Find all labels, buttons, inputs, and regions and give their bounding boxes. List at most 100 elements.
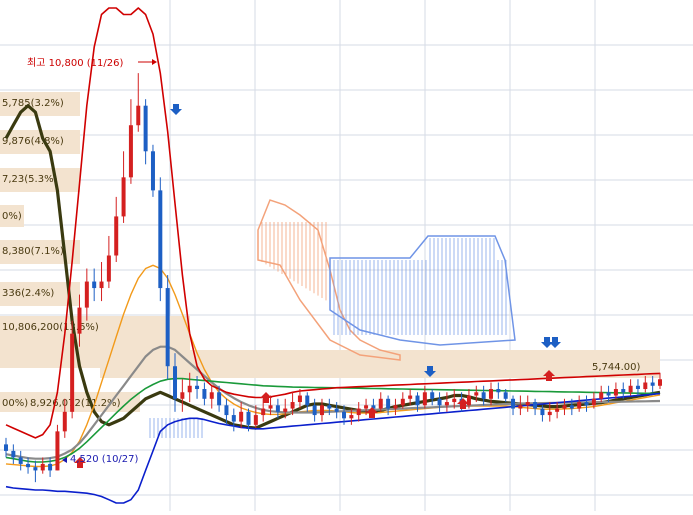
candle-body	[400, 398, 405, 406]
candle-body	[283, 408, 288, 412]
candle-body	[209, 392, 214, 399]
fib-level-label: 5,785(3.2%)	[2, 98, 64, 109]
fib-level-label: 336(2.4%)	[2, 288, 54, 299]
candle-body	[40, 463, 45, 471]
cloud-span-a	[257, 199, 401, 361]
candle-body	[48, 463, 53, 471]
high-price-label: 최고 10,800 (11/26)	[27, 57, 123, 69]
candle-body	[364, 405, 369, 409]
candle-body	[577, 402, 582, 409]
candle-body	[606, 392, 611, 396]
candle-body	[327, 405, 332, 409]
candle-body	[613, 389, 618, 396]
candle-body	[430, 392, 435, 399]
candle-body	[474, 392, 479, 396]
candle-body	[195, 385, 200, 390]
candle-body	[297, 395, 302, 403]
candle-body	[121, 177, 126, 217]
candle-body	[452, 398, 457, 403]
fib-level-label: 7,23(5.3%)	[2, 174, 58, 185]
candle-body	[165, 288, 170, 367]
candle-body	[533, 402, 538, 409]
candle-body	[525, 402, 530, 406]
candle-body	[136, 105, 141, 126]
candle-body	[202, 389, 207, 399]
candle-body	[511, 398, 516, 409]
candle-body	[628, 385, 633, 393]
candle-body	[224, 405, 229, 416]
candle-body	[62, 411, 67, 432]
candle-body	[305, 395, 310, 406]
candle-body	[540, 408, 545, 416]
chart-canvas: 5,785(3.2%) 9,876(4.8%) 7,23(5.3%) 0%) 8,380…	[0, 0, 693, 511]
fib-level-label: 9,876(4.8%)	[2, 136, 64, 147]
grid-lines	[0, 0, 693, 511]
fib-level-band	[100, 350, 660, 378]
candle-body	[55, 431, 60, 471]
candle-body	[158, 190, 163, 289]
candle-body	[84, 281, 89, 308]
candle-body	[437, 398, 442, 406]
fib-level-label: 00%)	[2, 398, 28, 409]
candle-body	[356, 408, 361, 416]
candle-body	[569, 405, 574, 409]
candle-body	[386, 398, 391, 409]
candle-body	[92, 281, 97, 289]
candle-body	[4, 444, 8, 451]
candle-body	[290, 402, 295, 409]
candle-body	[488, 389, 493, 399]
candle-body	[114, 216, 119, 256]
fib-level-label: 5,744.00)	[592, 362, 641, 373]
candle-body	[261, 408, 266, 416]
candle-body	[173, 366, 178, 399]
candle-body	[150, 151, 155, 191]
candle-body	[77, 307, 82, 334]
candle-body	[643, 382, 648, 390]
candle-body	[503, 392, 508, 399]
high-pointer-head	[152, 59, 157, 65]
stock-chart: 5,785(3.2%) 9,876(4.8%) 7,23(5.3%) 0%) 8,380…	[0, 0, 693, 511]
sell-signal-arrow	[170, 104, 182, 115]
candle-body	[275, 405, 280, 412]
candle-body	[26, 463, 31, 468]
candle-body	[239, 411, 244, 422]
candle-body	[635, 385, 640, 390]
candle-body	[246, 411, 251, 425]
low-price-label: 4,520 (10/27)	[70, 454, 139, 465]
candle-body	[231, 415, 236, 422]
candle-body	[555, 408, 560, 412]
candle-body	[349, 415, 354, 419]
candle-body	[33, 467, 38, 471]
indicator-lines	[4, 7, 661, 504]
candle-body	[547, 411, 552, 416]
series-line-ma-green	[5, 377, 661, 463]
series-line-ma-thick	[4, 104, 661, 430]
candle-body	[496, 389, 501, 393]
candle-body	[18, 457, 23, 464]
candle-body	[481, 392, 486, 399]
candle-body	[584, 402, 589, 406]
fibonacci-levels: 5,785(3.2%) 9,876(4.8%) 7,23(5.3%) 0%) 8,380…	[0, 92, 660, 412]
candle-body	[268, 405, 273, 409]
candle-body	[106, 255, 111, 282]
candle-body	[180, 392, 185, 399]
candle-body	[444, 402, 449, 406]
candle-body	[408, 395, 413, 399]
candle-body	[128, 125, 133, 178]
candle-body	[99, 281, 104, 289]
candle-body	[378, 398, 383, 409]
fib-level-label: 10,806,200(13.6%)	[2, 322, 99, 333]
candle-body	[312, 405, 317, 416]
candle-body	[334, 408, 339, 412]
candle-body	[70, 333, 75, 412]
candle-body	[658, 379, 662, 386]
candle-body	[415, 395, 420, 406]
candle-body	[621, 389, 626, 393]
candle-body	[562, 405, 567, 409]
candle-body	[217, 392, 222, 406]
candle-body	[518, 405, 523, 409]
candle-body	[422, 392, 427, 406]
fib-level-label: 8,380(7.1%)	[2, 246, 64, 257]
candle-body	[143, 105, 148, 152]
candle-body	[599, 392, 604, 399]
